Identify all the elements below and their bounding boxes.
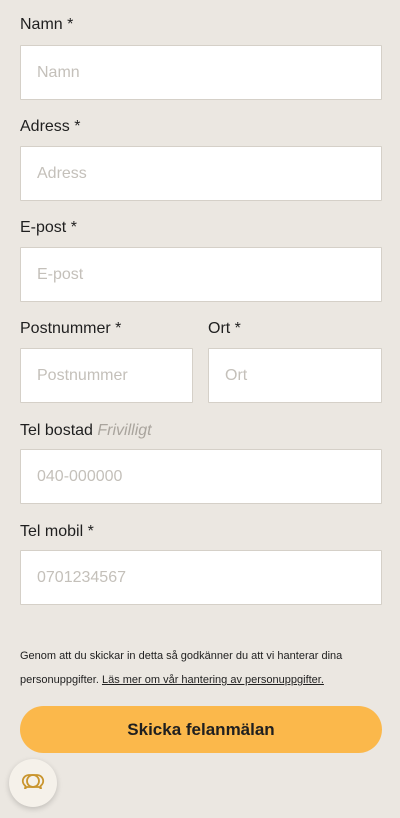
city-input[interactable] xyxy=(225,366,381,385)
address-label: Adress * xyxy=(20,118,81,135)
postal-code-label: Postnummer * xyxy=(20,320,122,337)
submit-button[interactable]: Skicka felanmälan xyxy=(20,706,382,753)
home-phone-field-container xyxy=(20,449,382,504)
optional-hint: Frivilligt xyxy=(97,422,152,439)
email-field-container xyxy=(20,247,382,302)
consent-text-block: Genom att du skickar in detta så godkänn… xyxy=(20,644,382,692)
name-field-container xyxy=(20,45,382,100)
postal-code-field-container xyxy=(20,348,193,403)
email-input[interactable] xyxy=(37,265,381,284)
chat-bubbles-icon xyxy=(20,773,46,794)
city-label: Ort * xyxy=(208,320,241,337)
chat-button[interactable] xyxy=(9,759,57,807)
home-phone-label: Tel bostad xyxy=(20,422,93,439)
city-field-container xyxy=(208,348,382,403)
name-input[interactable] xyxy=(37,63,381,82)
mobile-phone-input[interactable] xyxy=(37,568,381,587)
mobile-phone-label: Tel mobil * xyxy=(20,523,94,540)
postal-code-input[interactable] xyxy=(37,366,192,385)
address-input[interactable] xyxy=(37,164,381,183)
home-phone-input[interactable] xyxy=(37,467,381,486)
mobile-phone-field-container xyxy=(20,550,382,605)
privacy-policy-link[interactable]: Läs mer om vår hantering av personuppgif… xyxy=(102,674,324,686)
email-label: E-post * xyxy=(20,219,77,236)
address-field-container xyxy=(20,146,382,201)
name-label: Namn * xyxy=(20,16,74,33)
home-phone-label-row: Tel bostad Frivilligt xyxy=(20,422,152,440)
submit-button-label: Skicka felanmälan xyxy=(127,719,275,739)
